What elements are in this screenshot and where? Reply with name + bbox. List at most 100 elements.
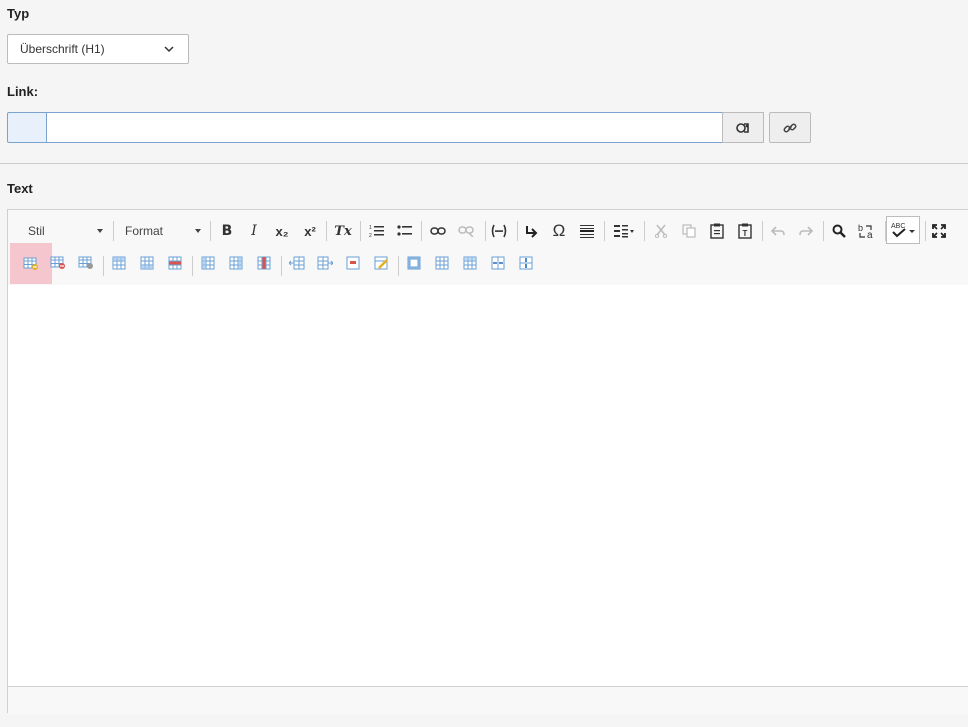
- split-horizontal-button[interactable]: [485, 250, 511, 276]
- omega-icon: Ω: [552, 221, 566, 240]
- table-settings-icon: [78, 256, 93, 269]
- bulleted-list-icon: [397, 225, 412, 236]
- delete-table-icon: [50, 256, 65, 269]
- remove-format-button[interactable]: Tx: [330, 218, 356, 244]
- insert-cell-after-icon: [317, 256, 333, 270]
- horizontal-rule-icon: [580, 225, 594, 238]
- table-menu-button[interactable]: [610, 218, 638, 244]
- split-vertical-button[interactable]: [513, 250, 539, 276]
- editor-content-area[interactable]: [8, 285, 968, 686]
- soft-hyphen-button[interactable]: [486, 218, 512, 244]
- bold-icon: B: [221, 223, 233, 239]
- find-button[interactable]: [826, 218, 852, 244]
- merge-down-button[interactable]: [457, 250, 483, 276]
- paste-icon: [710, 223, 724, 239]
- link-button[interactable]: [425, 218, 451, 244]
- typ-select[interactable]: Überschrift (H1): [7, 34, 189, 64]
- delete-cell-icon: [346, 256, 360, 270]
- toolbar-separator: [103, 256, 104, 276]
- bold-button[interactable]: B: [214, 218, 240, 244]
- link-browser-button[interactable]: [722, 112, 764, 143]
- insert-column-before-button[interactable]: [195, 250, 221, 276]
- delete-row-icon: [168, 256, 182, 270]
- numbered-list-icon: 1 2: [369, 225, 384, 238]
- undo-icon: [771, 226, 785, 236]
- redo-button[interactable]: [793, 218, 819, 244]
- chevron-down-icon: [195, 229, 201, 233]
- split-horizontal-icon: [491, 256, 505, 270]
- chain-link-icon: [783, 123, 797, 132]
- chevron-down-icon: [97, 229, 103, 233]
- numbered-list-button[interactable]: 1 2: [364, 218, 390, 244]
- delete-row-button[interactable]: [162, 250, 188, 276]
- redo-icon: [799, 226, 813, 236]
- insert-cell-after-button[interactable]: [312, 250, 338, 276]
- toolbar-separator: [113, 221, 114, 241]
- line-break-button[interactable]: [518, 218, 544, 244]
- toolbar-separator: [421, 221, 422, 241]
- table-properties-icon: [23, 257, 38, 270]
- paste-text-icon: T: [738, 223, 752, 239]
- line-break-icon: [526, 226, 538, 238]
- toolbar-separator: [192, 256, 193, 276]
- svg-text:a: a: [867, 230, 873, 239]
- spellcheck-icon: ABC: [891, 223, 915, 238]
- replace-button[interactable]: b a: [854, 218, 880, 244]
- format-combo[interactable]: Format: [125, 218, 203, 244]
- insert-cell-before-button[interactable]: [284, 250, 310, 276]
- spellcheck-button[interactable]: ABC: [886, 216, 920, 244]
- text-label: Text: [7, 181, 33, 196]
- superscript-icon: x²: [304, 223, 316, 239]
- maximize-button[interactable]: [926, 218, 952, 244]
- replace-icon: b a: [858, 223, 873, 239]
- toolbar-separator: [281, 256, 282, 276]
- paste-text-button[interactable]: T: [732, 218, 758, 244]
- insert-row-before-icon: [112, 256, 126, 270]
- link-label: Link:: [7, 84, 39, 99]
- merge-right-icon: [435, 256, 449, 270]
- svg-text:1: 1: [369, 225, 372, 231]
- horizontal-rule-button[interactable]: [574, 218, 600, 244]
- delete-cell-button[interactable]: [340, 250, 366, 276]
- merge-cells-button[interactable]: [401, 250, 427, 276]
- insert-column-before-icon: [201, 256, 215, 270]
- merge-cells-icon: [407, 256, 421, 270]
- insert-row-after-button[interactable]: [134, 250, 160, 276]
- cell-properties-button[interactable]: [368, 250, 394, 276]
- subscript-icon: x₂: [275, 223, 289, 239]
- merge-right-button[interactable]: [429, 250, 455, 276]
- split-vertical-icon: [519, 256, 533, 270]
- insert-row-before-button[interactable]: [106, 250, 132, 276]
- italic-button[interactable]: I: [241, 218, 267, 244]
- rich-text-editor: Stil Format B I x₂ x² Tx 1 2 Ω T b a ABC: [7, 209, 968, 714]
- style-combo[interactable]: Stil: [28, 218, 106, 244]
- toolbar-separator: [398, 256, 399, 276]
- link-input[interactable]: [46, 112, 723, 143]
- insert-column-after-button[interactable]: [223, 250, 249, 276]
- scissors-icon: [654, 224, 668, 238]
- typ-select-value: Überschrift (H1): [20, 42, 105, 56]
- merge-down-icon: [463, 256, 477, 270]
- bulleted-list-button[interactable]: [392, 218, 418, 244]
- insert-row-after-icon: [140, 256, 154, 270]
- remove-format-icon: Tx: [334, 223, 352, 239]
- cut-button[interactable]: [648, 218, 674, 244]
- format-combo-label: Format: [125, 224, 164, 238]
- superscript-button[interactable]: x²: [297, 218, 323, 244]
- copy-button[interactable]: [676, 218, 702, 244]
- toolbar-separator: [210, 221, 211, 241]
- svg-text:b: b: [858, 223, 863, 233]
- toolbar-separator: [360, 221, 361, 241]
- cell-edit-icon: [374, 256, 388, 270]
- table-cell-properties-button[interactable]: [73, 250, 99, 276]
- link-field-group: [7, 112, 764, 143]
- delete-table-button[interactable]: [45, 250, 71, 276]
- delete-column-button[interactable]: [251, 250, 277, 276]
- subscript-button[interactable]: x₂: [269, 218, 295, 244]
- special-char-button[interactable]: Ω: [546, 218, 572, 244]
- unlink-button[interactable]: [453, 218, 479, 244]
- link-add-button[interactable]: [769, 112, 811, 143]
- undo-button[interactable]: [765, 218, 791, 244]
- link-wizard-icon: [736, 122, 749, 133]
- paste-button[interactable]: [704, 218, 730, 244]
